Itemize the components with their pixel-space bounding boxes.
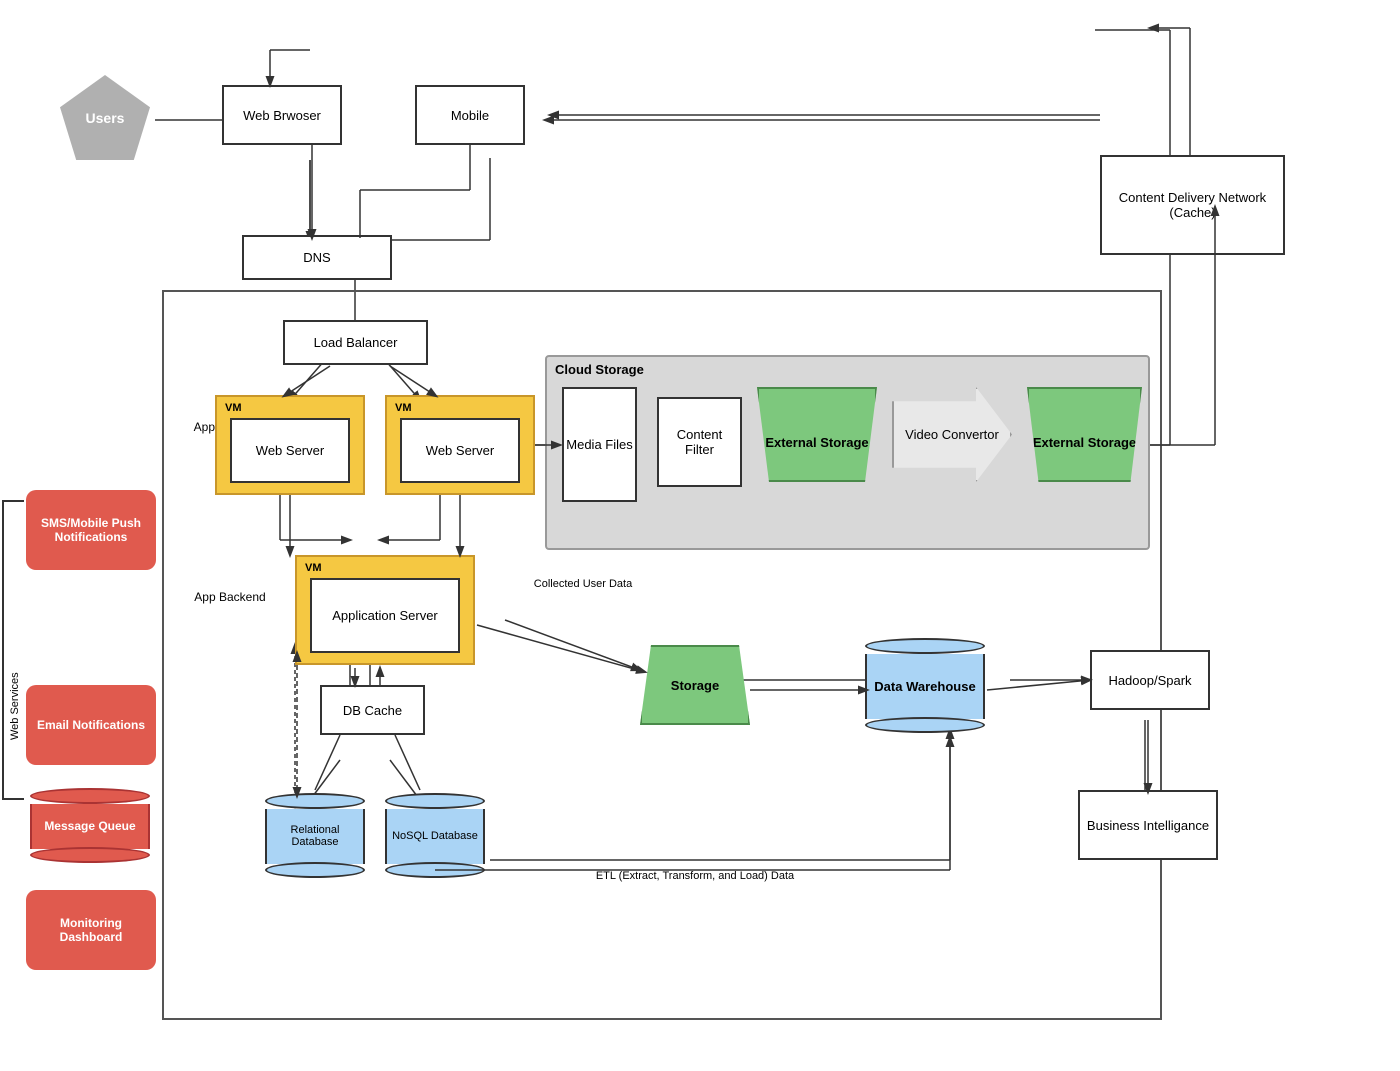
db-cache-label: DB Cache: [343, 703, 402, 718]
media-files-label: Media Files: [566, 437, 632, 452]
cdn-label: Content Delivery Network (Cache): [1106, 190, 1279, 220]
email-notifications-label: Email Notifications: [37, 718, 145, 732]
relational-db-body: Relational Database: [265, 809, 365, 864]
sms-push-label: SMS/Mobile Push Notifications: [32, 516, 150, 544]
nosql-db-node: NoSQL Database: [385, 790, 485, 880]
users-node: Users: [60, 75, 150, 160]
dw-top: [865, 638, 985, 654]
relational-db-node: Relational Database: [265, 790, 365, 880]
mobile-box: Mobile: [415, 85, 525, 145]
business-intelligence-box: Business Intelligance: [1078, 790, 1218, 860]
external-storage1-node: External Storage: [757, 387, 877, 482]
app-server-label: Application Server: [332, 608, 438, 623]
web-browser-box: Web Brwoser: [222, 85, 342, 145]
hadoop-spark-box: Hadoop/Spark: [1090, 650, 1210, 710]
web-server1-label: Web Server: [256, 443, 324, 458]
relational-db-label: Relational Database: [271, 824, 359, 848]
nosql-db-label: NoSQL Database: [392, 830, 478, 842]
load-balancer-label: Load Balancer: [314, 335, 398, 350]
vm1-label: VM: [225, 402, 242, 414]
storage-label: Storage: [671, 678, 719, 693]
mq-body: Message Queue: [30, 804, 150, 849]
cloud-storage-label: Cloud Storage: [555, 362, 644, 377]
dw-body: Data Warehouse: [865, 654, 985, 719]
external-storage2-node: External Storage: [1027, 387, 1142, 482]
nosql-db-bottom: [385, 862, 485, 878]
monitoring-dashboard-label: Monitoring Dashboard: [32, 916, 150, 944]
cloud-storage-box: Cloud Storage Media Files Content Filter…: [545, 355, 1150, 550]
mobile-label: Mobile: [451, 108, 489, 123]
external-storage2-label: External Storage: [1033, 420, 1136, 450]
nosql-db-body: NoSQL Database: [385, 809, 485, 864]
vm-web2-box: VM Web Server: [385, 395, 535, 495]
media-files-box: Media Files: [562, 387, 637, 502]
business-intelligence-label: Business Intelligance: [1087, 818, 1209, 833]
video-convertor-node: Video Convertor: [892, 387, 1012, 482]
nosql-db-top: [385, 793, 485, 809]
db-cache-box: DB Cache: [320, 685, 425, 735]
external-storage1-label: External Storage: [765, 420, 868, 450]
data-warehouse-label: Data Warehouse: [874, 679, 975, 694]
message-queue-node[interactable]: Message Queue: [30, 785, 150, 865]
video-convertor-label: Video Convertor: [905, 427, 999, 442]
cdn-box: Content Delivery Network (Cache): [1100, 155, 1285, 255]
mq-bottom: [30, 847, 150, 863]
monitoring-dashboard-btn[interactable]: Monitoring Dashboard: [26, 890, 156, 970]
content-filter-box: Content Filter: [657, 397, 742, 487]
load-balancer-box: Load Balancer: [283, 320, 428, 365]
dns-label: DNS: [303, 250, 330, 265]
web-server2-label: Web Server: [426, 443, 494, 458]
mq-top: [30, 788, 150, 804]
dw-bottom: [865, 717, 985, 733]
vm2-label: VM: [395, 402, 412, 414]
relational-db-bottom: [265, 862, 365, 878]
vm-app-box: VM Application Server: [295, 555, 475, 665]
app-backend-label: App Backend: [190, 590, 270, 604]
data-warehouse-node: Data Warehouse: [865, 635, 985, 735]
etl-label: ETL (Extract, Transform, and Load) Data: [495, 870, 895, 882]
vm-app-label: VM: [305, 562, 322, 574]
message-queue-label: Message Queue: [44, 819, 135, 833]
collected-user-data-label: Collected User Data: [503, 578, 663, 590]
web-browser-label: Web Brwoser: [243, 108, 321, 123]
diagram-container: Users Web Brwoser Mobile DNS Content Del…: [0, 0, 1400, 1071]
users-label: Users: [86, 110, 125, 126]
storage-node: Storage: [640, 645, 750, 725]
relational-db-top: [265, 793, 365, 809]
sms-push-btn[interactable]: SMS/Mobile Push Notifications: [26, 490, 156, 570]
web-services-label: Web Services: [5, 560, 25, 740]
dns-box: DNS: [242, 235, 392, 280]
content-filter-label: Content Filter: [663, 427, 736, 457]
email-notifications-btn[interactable]: Email Notifications: [26, 685, 156, 765]
vm-web1-box: VM Web Server: [215, 395, 365, 495]
hadoop-spark-label: Hadoop/Spark: [1108, 673, 1191, 688]
